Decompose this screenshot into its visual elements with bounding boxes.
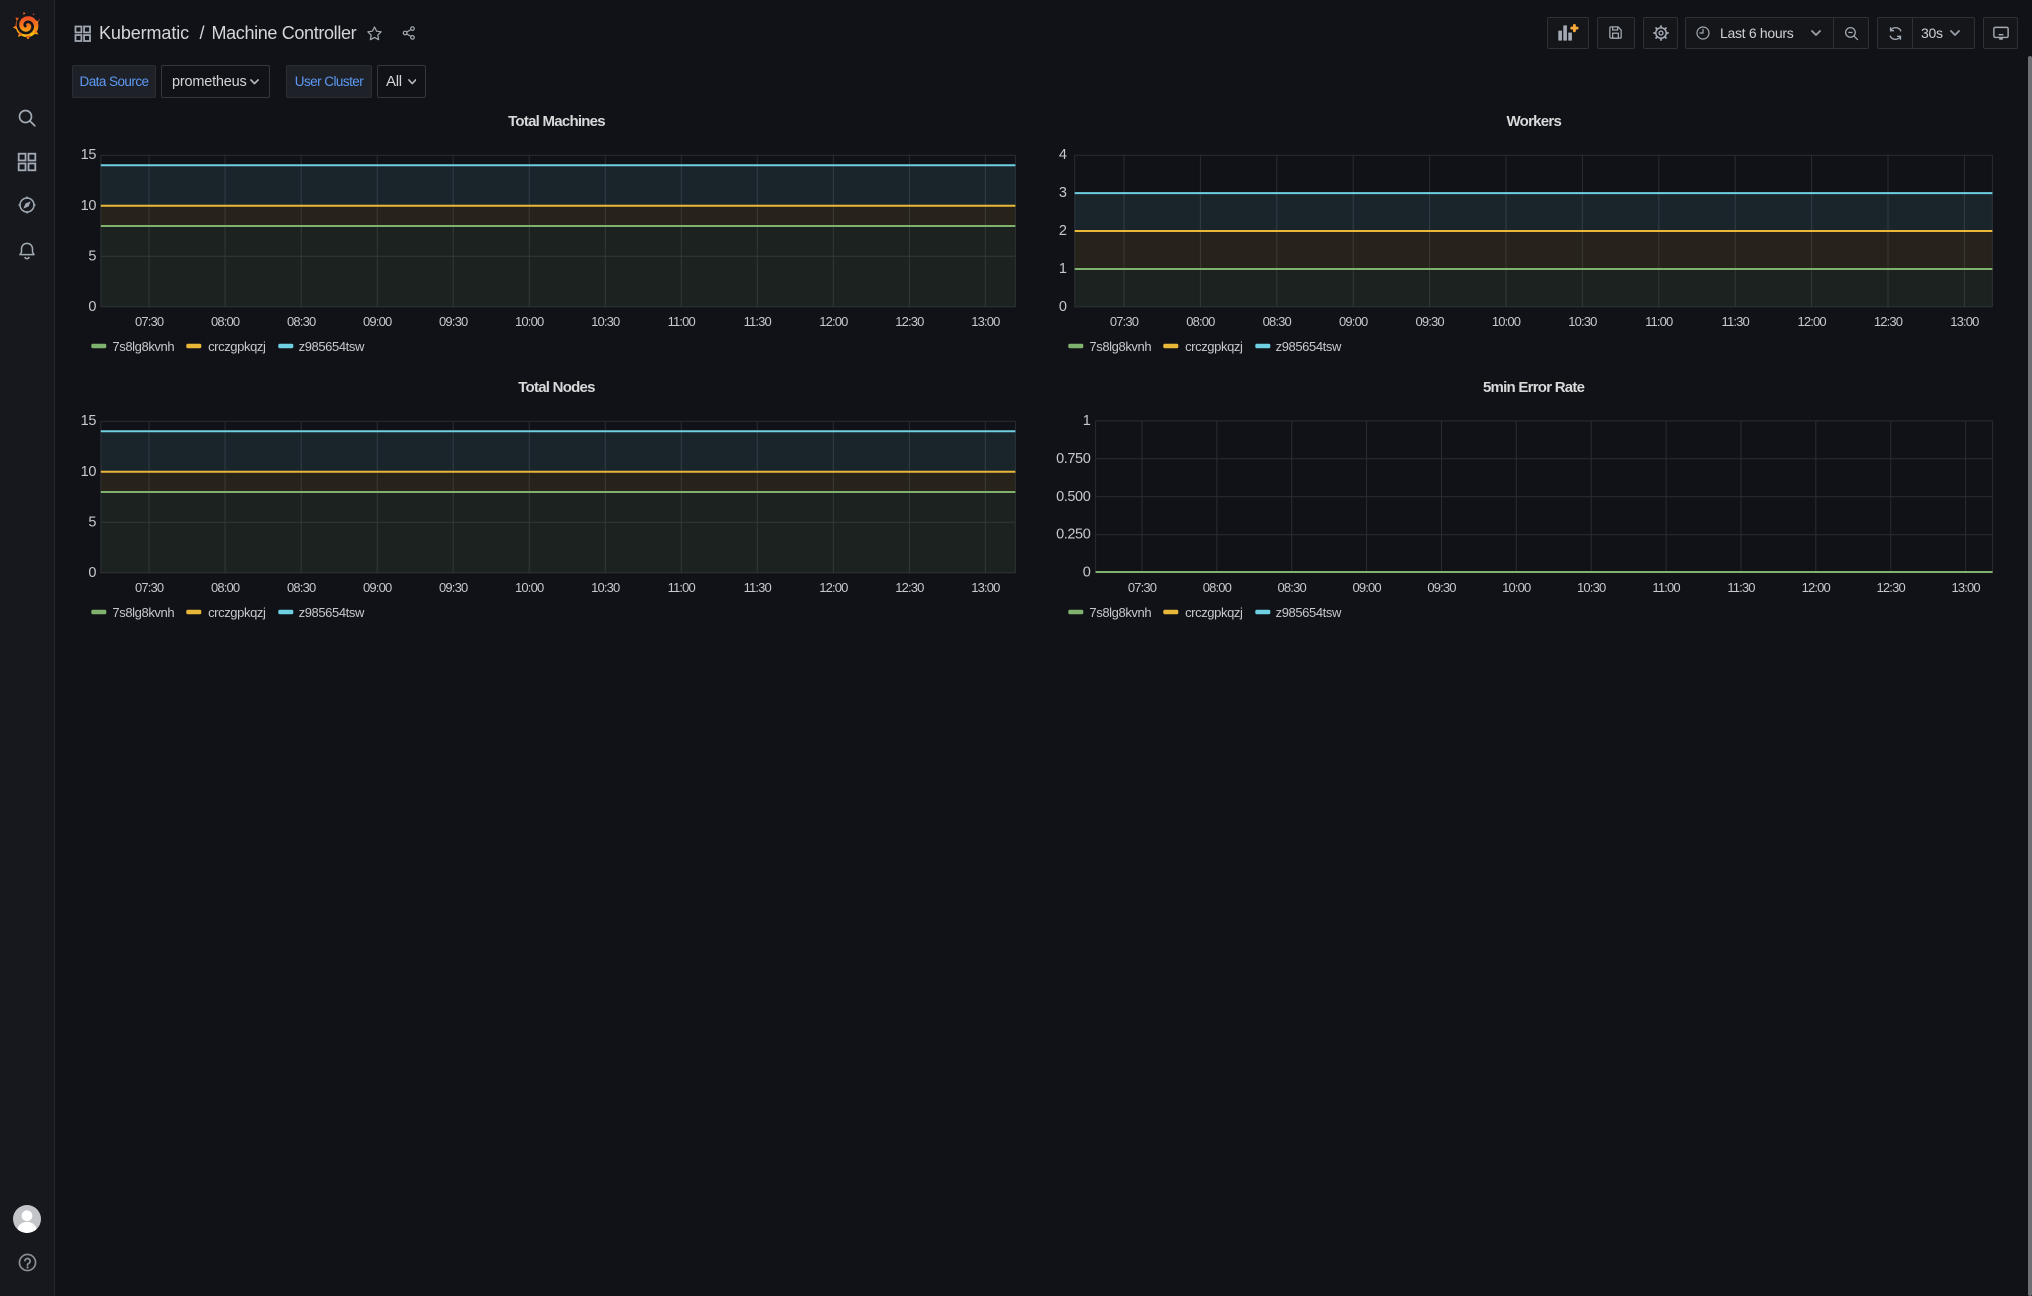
svg-text:10:30: 10:30 <box>1577 580 1606 595</box>
svg-text:12:30: 12:30 <box>895 314 924 329</box>
svg-text:Total Nodes: Total Nodes <box>518 379 595 396</box>
svg-text:15: 15 <box>81 413 97 429</box>
svg-text:z985654tsw: z985654tsw <box>1276 339 1342 354</box>
svg-text:1: 1 <box>1083 413 1091 429</box>
svg-text:10:00: 10:00 <box>1502 580 1531 595</box>
svg-text:10:00: 10:00 <box>515 580 544 595</box>
svg-text:09:30: 09:30 <box>439 314 468 329</box>
svg-text:7s8lg8kvnh: 7s8lg8kvnh <box>112 605 174 620</box>
svg-text:2: 2 <box>1059 223 1067 239</box>
svg-text:11:30: 11:30 <box>744 580 772 595</box>
svg-text:crczgpkqzj: crczgpkqzj <box>1185 605 1243 620</box>
svg-text:12:00: 12:00 <box>819 580 848 595</box>
svg-text:08:30: 08:30 <box>1278 580 1307 595</box>
svg-text:5: 5 <box>88 248 96 264</box>
svg-text:08:00: 08:00 <box>1186 314 1215 329</box>
svg-text:10:30: 10:30 <box>591 314 620 329</box>
svg-text:0: 0 <box>88 565 96 581</box>
svg-text:1: 1 <box>1059 261 1067 277</box>
svg-text:13:00: 13:00 <box>1951 580 1980 595</box>
svg-text:09:00: 09:00 <box>1339 314 1368 329</box>
svg-text:07:30: 07:30 <box>1128 580 1157 595</box>
svg-text:11:00: 11:00 <box>668 314 696 329</box>
svg-text:09:00: 09:00 <box>1352 580 1381 595</box>
svg-text:3: 3 <box>1059 185 1067 201</box>
svg-text:09:00: 09:00 <box>363 314 392 329</box>
svg-text:Workers: Workers <box>1507 113 1562 130</box>
svg-text:10:00: 10:00 <box>1492 314 1521 329</box>
svg-text:11:00: 11:00 <box>1645 314 1673 329</box>
svg-text:z985654tsw: z985654tsw <box>1276 605 1342 620</box>
svg-text:crczgpkqzj: crczgpkqzj <box>1185 339 1243 354</box>
svg-text:7s8lg8kvnh: 7s8lg8kvnh <box>112 339 174 354</box>
svg-text:12:30: 12:30 <box>1874 314 1903 329</box>
svg-text:7s8lg8kvnh: 7s8lg8kvnh <box>1089 339 1151 354</box>
svg-text:13:00: 13:00 <box>971 314 1000 329</box>
svg-text:12:30: 12:30 <box>895 580 924 595</box>
svg-text:09:30: 09:30 <box>1415 314 1444 329</box>
svg-text:15: 15 <box>81 147 97 163</box>
svg-text:5: 5 <box>88 514 96 530</box>
svg-text:10:30: 10:30 <box>591 580 620 595</box>
svg-text:07:30: 07:30 <box>135 314 164 329</box>
svg-text:0: 0 <box>88 299 96 315</box>
svg-text:08:00: 08:00 <box>1203 580 1232 595</box>
svg-text:crczgpkqzj: crczgpkqzj <box>208 605 266 620</box>
svg-text:09:00: 09:00 <box>363 580 392 595</box>
svg-text:12:00: 12:00 <box>1802 580 1831 595</box>
svg-text:0: 0 <box>1059 299 1067 315</box>
svg-text:0.500: 0.500 <box>1056 489 1091 505</box>
svg-text:08:30: 08:30 <box>287 580 316 595</box>
svg-text:07:30: 07:30 <box>135 580 164 595</box>
svg-text:13:00: 13:00 <box>971 580 1000 595</box>
svg-text:11:30: 11:30 <box>744 314 772 329</box>
svg-text:7s8lg8kvnh: 7s8lg8kvnh <box>1089 605 1151 620</box>
svg-text:11:30: 11:30 <box>1727 580 1755 595</box>
svg-text:09:30: 09:30 <box>439 580 468 595</box>
svg-text:12:00: 12:00 <box>1797 314 1826 329</box>
svg-text:09:30: 09:30 <box>1427 580 1456 595</box>
svg-text:0.750: 0.750 <box>1056 451 1091 467</box>
svg-text:08:00: 08:00 <box>211 580 240 595</box>
svg-text:07:30: 07:30 <box>1110 314 1139 329</box>
svg-text:0: 0 <box>1083 565 1091 581</box>
svg-text:10: 10 <box>81 464 97 480</box>
svg-text:13:00: 13:00 <box>1950 314 1979 329</box>
svg-text:0.250: 0.250 <box>1056 527 1091 543</box>
svg-text:10: 10 <box>81 198 97 214</box>
svg-text:12:00: 12:00 <box>819 314 848 329</box>
svg-text:crczgpkqzj: crczgpkqzj <box>208 339 266 354</box>
svg-text:Total Machines: Total Machines <box>508 113 605 130</box>
svg-text:z985654tsw: z985654tsw <box>299 339 365 354</box>
svg-text:5min Error Rate: 5min Error Rate <box>1483 379 1585 396</box>
svg-text:4: 4 <box>1059 147 1067 163</box>
svg-text:11:00: 11:00 <box>1652 580 1680 595</box>
svg-text:10:30: 10:30 <box>1568 314 1597 329</box>
svg-text:11:00: 11:00 <box>668 580 696 595</box>
svg-text:12:30: 12:30 <box>1877 580 1906 595</box>
svg-text:10:00: 10:00 <box>515 314 544 329</box>
svg-text:z985654tsw: z985654tsw <box>299 605 365 620</box>
svg-text:11:30: 11:30 <box>1722 314 1750 329</box>
svg-text:08:30: 08:30 <box>287 314 316 329</box>
svg-text:08:30: 08:30 <box>1263 314 1292 329</box>
svg-text:08:00: 08:00 <box>211 314 240 329</box>
